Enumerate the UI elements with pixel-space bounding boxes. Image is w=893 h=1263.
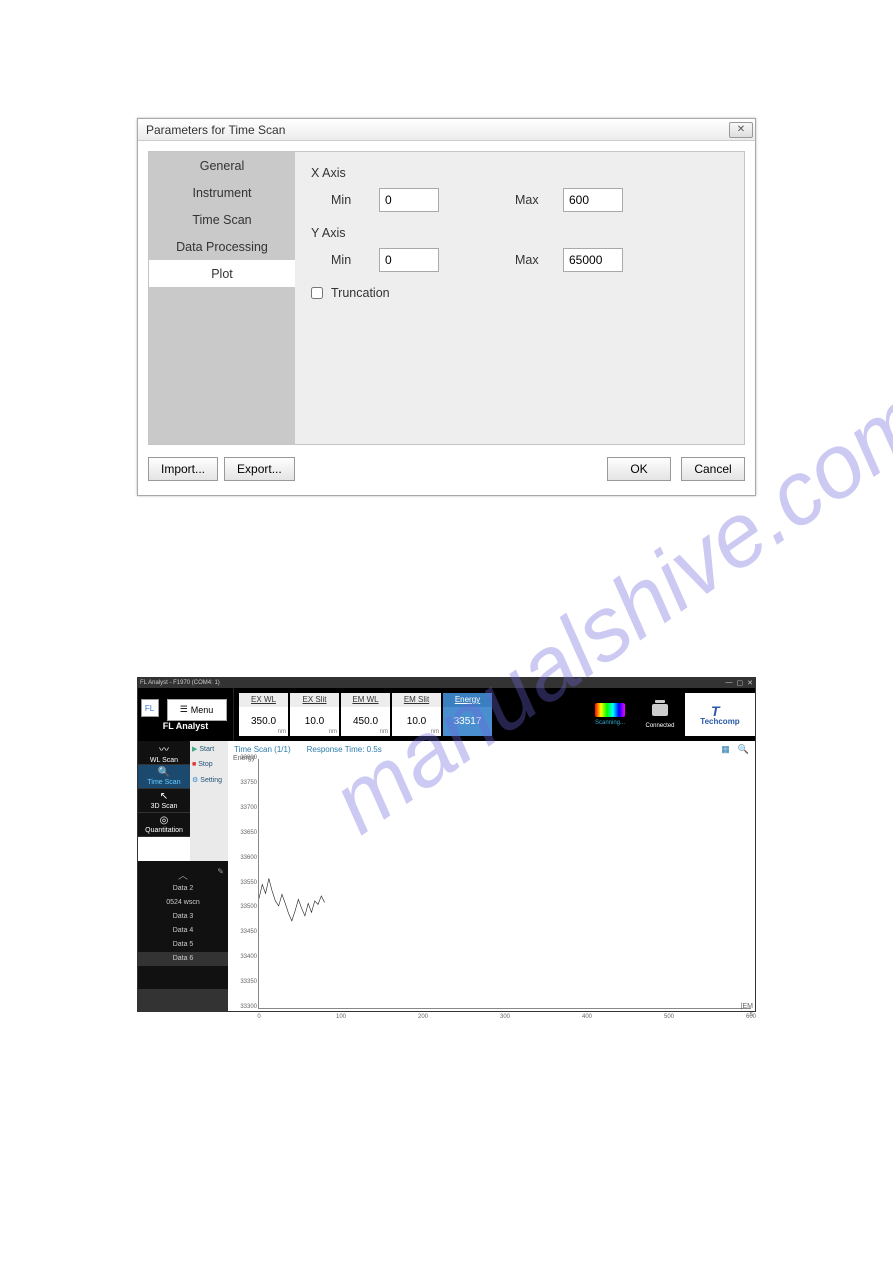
dialog-title: Parameters for Time Scan [146, 123, 285, 137]
connected-status: Connected [637, 693, 683, 736]
close-icon[interactable]: ✕ [729, 122, 753, 138]
list-item[interactable]: Data 3 [138, 910, 228, 924]
y-min-label: Min [331, 253, 361, 267]
toolbar: FL ☰ Menu FL Analyst EX WL350.0nmEX Slit… [138, 688, 755, 741]
x-tick: 200 [418, 1014, 428, 1020]
stop-button[interactable]: ■Stop [192, 761, 226, 768]
plot-panel: X Axis Min Max Y Axis Min Max [295, 152, 744, 444]
app-name: FL Analyst [163, 721, 209, 731]
scanning-status: Scanning... [587, 693, 633, 736]
menu-icon: ☰ [180, 704, 188, 715]
x-tick: 100 [336, 1014, 346, 1020]
sidebar-wl-scan[interactable]: 〰WL Scan [138, 741, 190, 765]
y-tick: 33300 [233, 1004, 257, 1010]
logo-icon: FL [141, 699, 159, 717]
x-max-input[interactable] [563, 188, 623, 212]
ok-button[interactable]: OK [607, 457, 671, 481]
menu-button[interactable]: ☰ Menu [167, 699, 227, 721]
param-ex-slit[interactable]: EX Slit10.0nm [290, 693, 339, 736]
fl-analyst-window: FL Analyst - F1970 (COM4: 1) — ▢ ✕ FL ☰ … [137, 677, 756, 1012]
setting-button[interactable]: ⚙Setting [192, 776, 226, 784]
gear-icon: ⚙ [192, 776, 198, 784]
spectrum-icon [595, 703, 625, 717]
chart-title: Time Scan (1/1) [234, 745, 291, 754]
play-icon: ▶ [192, 745, 197, 753]
chevron-down-icon[interactable] [138, 989, 228, 1011]
param-em-slit[interactable]: EM Slit10.0nm [392, 693, 441, 736]
cursor-icon: ↖ [160, 791, 168, 802]
y-tick: 33750 [233, 780, 257, 786]
brand-logo: T Techcomp [685, 693, 755, 736]
sidebar-time-scan[interactable]: 🔍Time Scan [138, 765, 190, 789]
param-em-wl[interactable]: EM WL450.0nm [341, 693, 390, 736]
tab-time-scan[interactable]: Time Scan [149, 206, 295, 233]
y-tick: 33700 [233, 805, 257, 811]
param-energy[interactable]: Energy33517 [443, 693, 492, 736]
list-item[interactable]: Data 6 [138, 952, 228, 966]
stop-icon: ■ [192, 761, 196, 768]
sidebar-quantitation[interactable]: ◎Quantitation [138, 813, 190, 837]
x-min-input[interactable] [379, 188, 439, 212]
zoom-icon[interactable]: 🔍 [738, 744, 749, 755]
usb-icon [650, 700, 670, 720]
sidebar-3d-scan[interactable]: ↖3D Scan [138, 789, 190, 813]
data-list: ︿✎ Data 20524 wscnData 3Data 4Data 5Data… [138, 861, 228, 989]
import-button[interactable]: Import... [148, 457, 218, 481]
y-axis-label: Y Axis [311, 226, 728, 240]
parameters-dialog: Parameters for Time Scan ✕ General Instr… [137, 118, 756, 496]
y-tick: 33600 [233, 855, 257, 861]
minimize-icon[interactable]: — [726, 679, 733, 687]
edit-icon[interactable]: ✎ [217, 867, 224, 876]
chevron-up-icon[interactable]: ︿✎ [138, 867, 228, 882]
grid-icon[interactable]: ▦ [721, 744, 730, 755]
dialog-tab-list: General Instrument Time Scan Data Proces… [149, 152, 295, 444]
x-max-label: Max [515, 193, 545, 207]
target-icon: ◎ [160, 815, 169, 826]
start-button[interactable]: ▶Start [192, 745, 226, 753]
tab-data-processing[interactable]: Data Processing [149, 233, 295, 260]
y-tick: 33350 [233, 979, 257, 985]
maximize-icon[interactable]: ▢ [737, 679, 744, 687]
x-tick: 500 [664, 1014, 674, 1020]
truncation-checkbox[interactable] [311, 287, 323, 299]
x-min-label: Min [331, 193, 361, 207]
response-time: Response Time: 0.5s [307, 745, 382, 754]
app-titlebar[interactable]: FL Analyst - F1970 (COM4: 1) — ▢ ✕ [138, 678, 755, 688]
y-max-label: Max [515, 253, 545, 267]
dialog-titlebar[interactable]: Parameters for Time Scan ✕ [138, 119, 755, 141]
tab-instrument[interactable]: Instrument [149, 179, 295, 206]
x-tick: 0 [257, 1014, 260, 1020]
y-tick: 33800 [233, 755, 257, 761]
list-item[interactable]: Data 4 [138, 924, 228, 938]
list-item[interactable]: Data 2 [138, 882, 228, 896]
cancel-button[interactable]: Cancel [681, 457, 745, 481]
y-max-input[interactable] [563, 248, 623, 272]
truncation-label: Truncation [331, 286, 390, 300]
app-title: FL Analyst - F1970 (COM4: 1) [140, 680, 220, 686]
list-item[interactable]: Data 5 [138, 938, 228, 952]
magnifier-icon: 🔍 [158, 767, 170, 778]
list-item[interactable]: 0524 wscn [138, 896, 228, 910]
y-tick: 33650 [233, 830, 257, 836]
y-tick: 33550 [233, 880, 257, 886]
wave-icon: 〰 [159, 741, 169, 756]
y-min-input[interactable] [379, 248, 439, 272]
x-tick: 600 [746, 1014, 756, 1020]
tab-plot[interactable]: Plot [149, 260, 295, 287]
tab-general[interactable]: General [149, 152, 295, 179]
y-tick: 33450 [233, 929, 257, 935]
y-tick: 33400 [233, 954, 257, 960]
x-axis-label: X Axis [311, 166, 728, 180]
param-ex-wl[interactable]: EX WL350.0nm [239, 693, 288, 736]
export-button[interactable]: Export... [224, 457, 295, 481]
y-tick: 33500 [233, 904, 257, 910]
x-tick: 300 [500, 1014, 510, 1020]
chart-plot[interactable]: Energy |EM s 333003335033400334503350033… [258, 759, 751, 1009]
x-tick: 400 [582, 1014, 592, 1020]
close-icon[interactable]: ✕ [747, 679, 753, 687]
